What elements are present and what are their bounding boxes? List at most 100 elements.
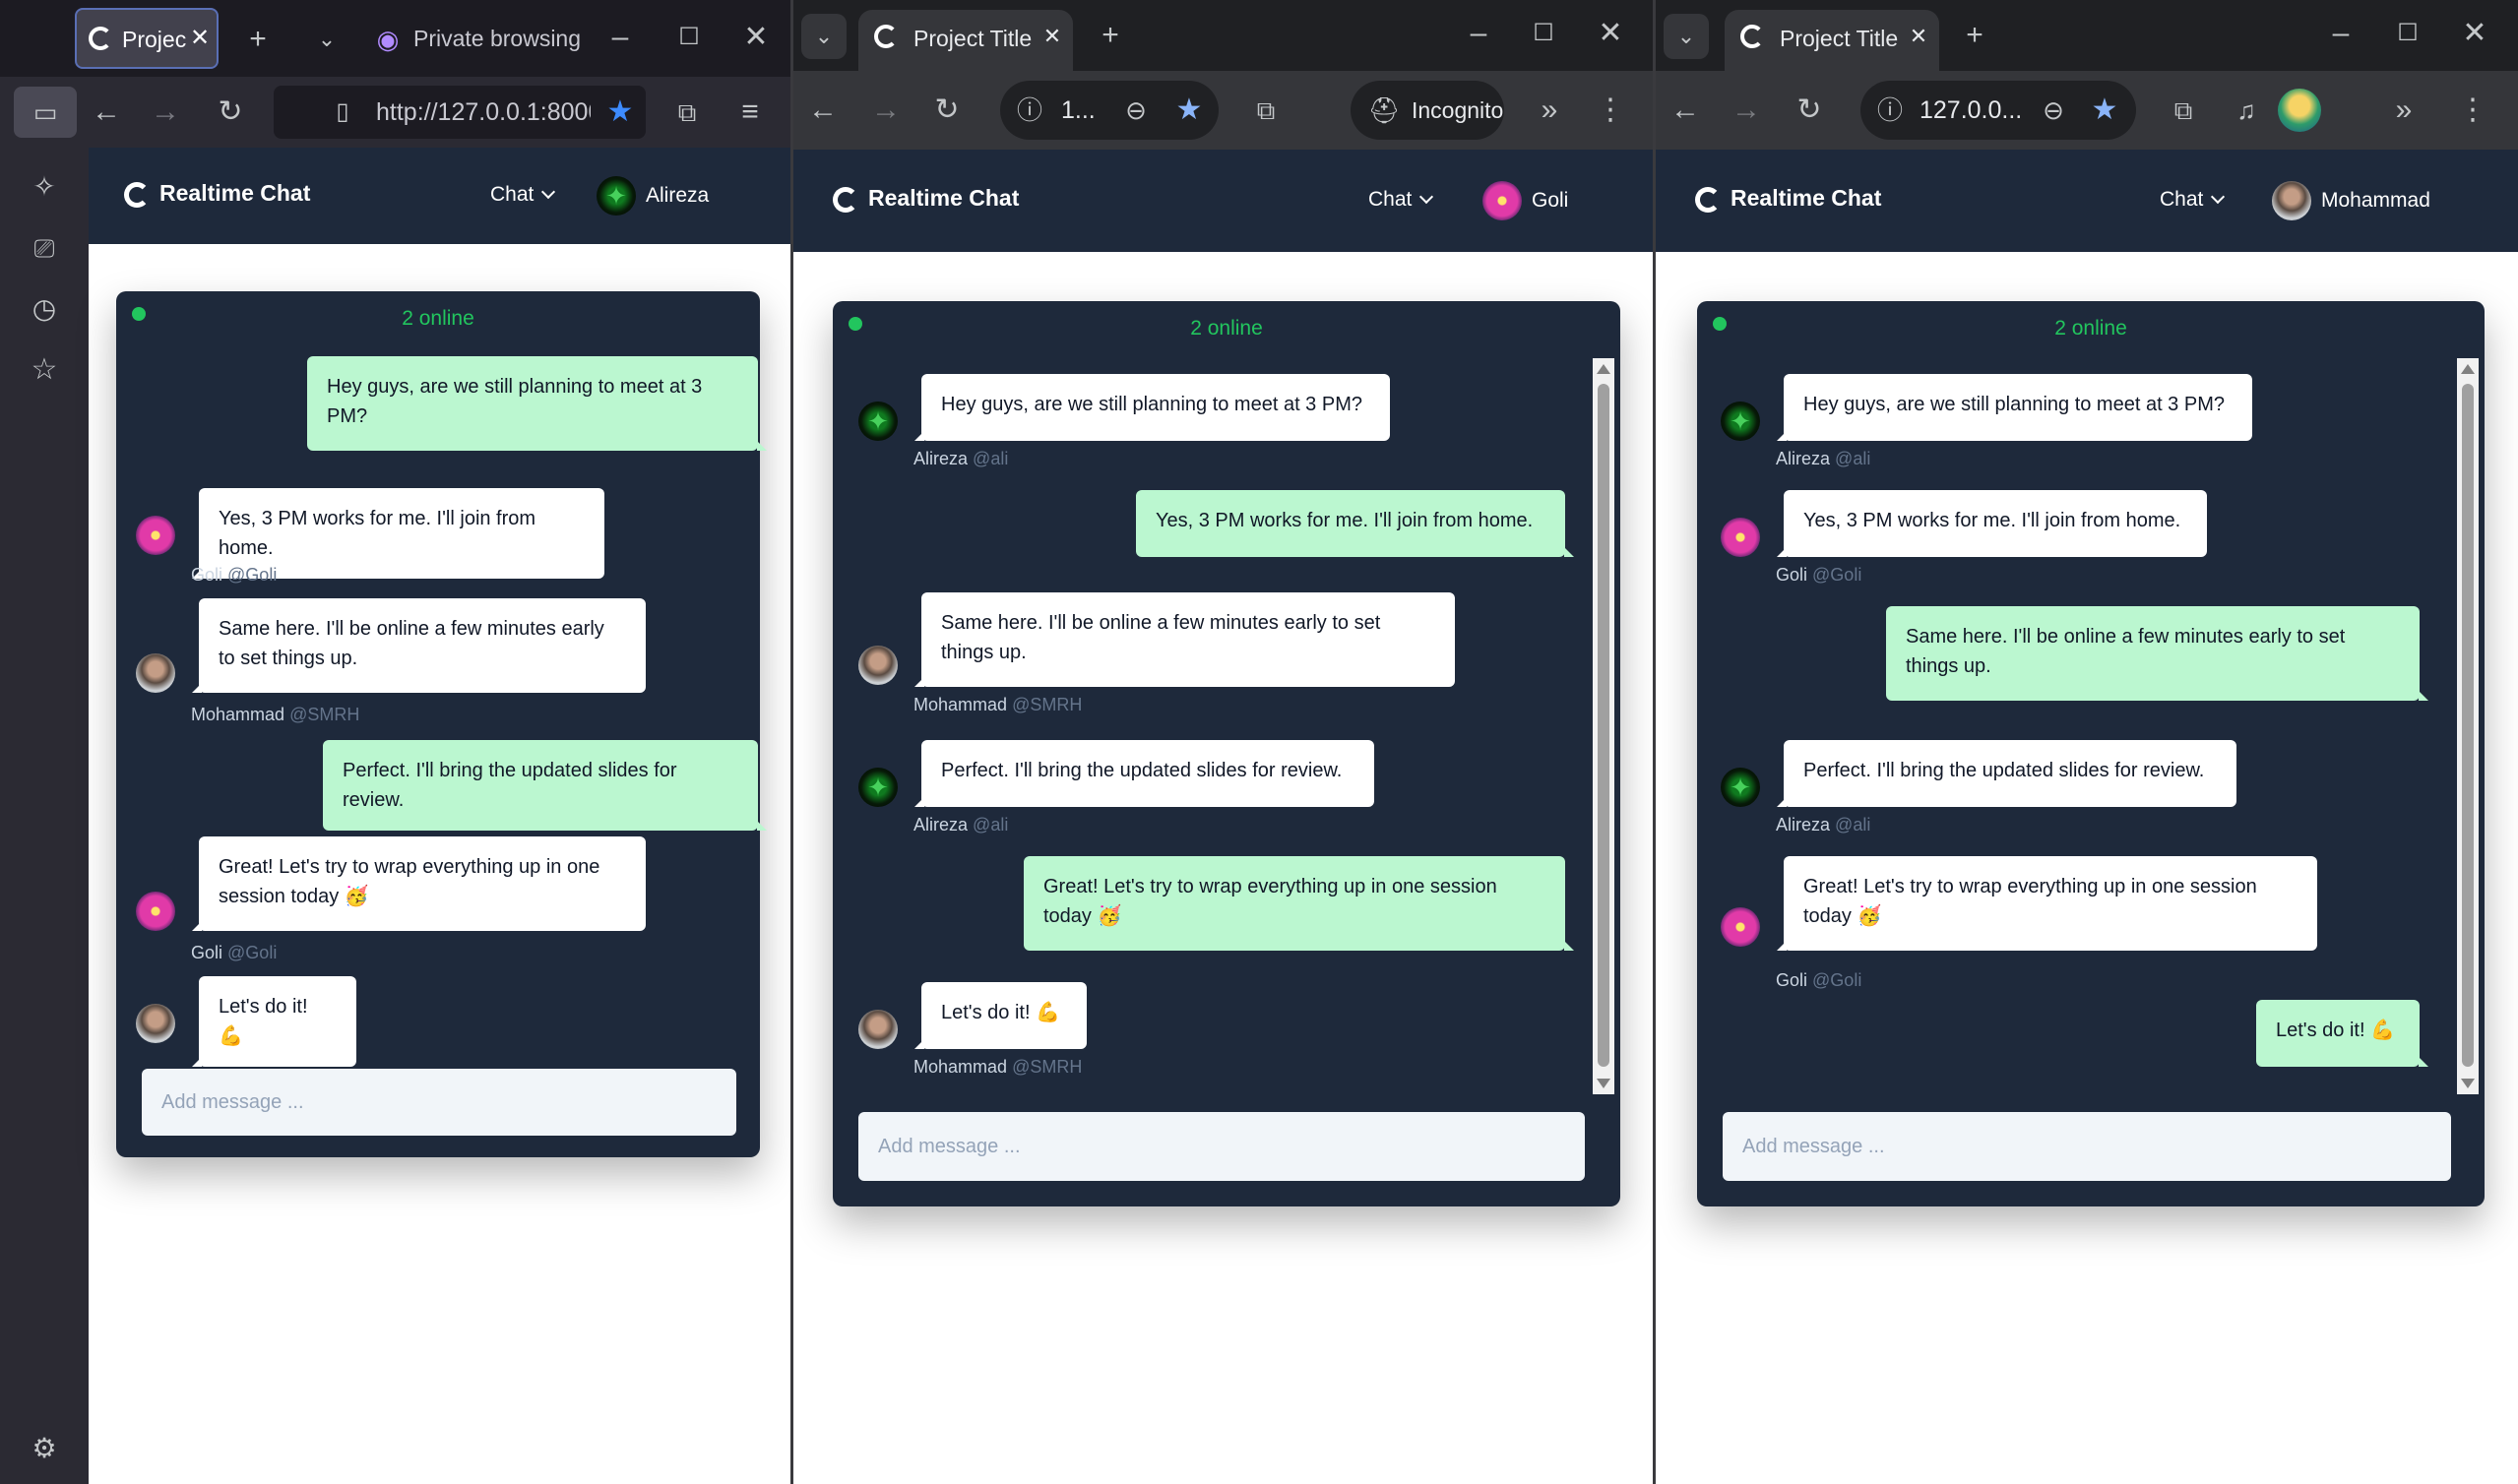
tab-title: Project Title	[1780, 26, 1899, 51]
url-bar[interactable]: ▯ http://127.0.0.1:8000 ★	[274, 86, 646, 139]
settings-gear-icon[interactable]: ⚙	[25, 1429, 64, 1468]
back-icon[interactable]: ←	[87, 93, 126, 132]
media-controls-icon[interactable]: ♫	[2227, 91, 2266, 130]
sender-label: Goli @Goli	[191, 565, 277, 586]
sender-label: Alireza @ali	[913, 815, 1008, 835]
messages-scrollbar[interactable]	[2457, 358, 2479, 1094]
scroll-down-arrow-icon[interactable]	[2461, 1079, 2475, 1088]
sender-avatar	[858, 402, 898, 441]
history-icon[interactable]: ◷	[25, 289, 64, 329]
maximize-icon[interactable]: ☐	[2388, 14, 2427, 53]
incognito-label: Incognito	[1412, 97, 1504, 123]
tab-search-chevron-down-icon[interactable]: ⌄	[1664, 14, 1709, 59]
brand-logo-icon	[1695, 186, 1721, 213]
sender-avatar	[1721, 907, 1760, 947]
minimize-icon[interactable]: –	[600, 18, 640, 57]
url-text: 1...	[1061, 96, 1096, 124]
more-extensions-chevron-icon[interactable]: »	[1530, 91, 1569, 130]
site-info-icon[interactable]: ⓘ	[1010, 91, 1049, 130]
scroll-down-arrow-icon[interactable]	[1597, 1079, 1610, 1088]
reload-icon[interactable]: ↻	[211, 93, 250, 132]
omnibox[interactable]: ⓘ 127.0.0... ⊖ ★	[1860, 81, 2136, 140]
list-tabs-chevron-down-icon[interactable]: ⌄	[307, 20, 346, 59]
sender-name: Goli	[191, 943, 223, 962]
chrome-window: ⌄ Project Title ✕ + – ☐ ✕ ← → ↻ ⓘ 127.0.…	[1656, 0, 2518, 1484]
ai-chatbot-icon[interactable]: ✧	[25, 167, 64, 207]
page-content: Realtime Chat Chat Alireza 2 online Hey guys…	[89, 148, 790, 1484]
sender-handle: @ali	[973, 815, 1009, 835]
scroll-up-arrow-icon[interactable]	[2461, 364, 2475, 374]
minimize-icon[interactable]: –	[2321, 14, 2361, 53]
brand-link[interactable]: Realtime Chat	[833, 185, 1019, 213]
close-window-icon[interactable]: ✕	[2455, 14, 2494, 53]
online-count: 2 online	[2054, 317, 2127, 340]
scrollbar-thumb[interactable]	[2462, 384, 2474, 1067]
zoom-icon[interactable]: ⊖	[1116, 91, 1156, 130]
close-tab-icon[interactable]: ✕	[185, 24, 215, 53]
sender-handle: @ali	[1835, 449, 1871, 468]
message-input[interactable]: Add message ...	[858, 1112, 1585, 1181]
maximize-icon[interactable]: ☐	[669, 18, 709, 57]
bookmark-star-icon[interactable]: ★	[600, 93, 640, 132]
new-tab-icon[interactable]: +	[238, 20, 278, 59]
sidebar-toggle-icon[interactable]: ▭	[14, 87, 77, 138]
message-input[interactable]: Add message ...	[1723, 1112, 2451, 1181]
sender-avatar	[1721, 768, 1760, 807]
bookmarks-star-icon[interactable]: ☆	[25, 350, 64, 390]
omnibox[interactable]: ⓘ 1... ⊖ ★	[1000, 81, 1219, 140]
reload-icon[interactable]: ↻	[1790, 91, 1829, 130]
close-window-icon[interactable]: ✕	[736, 18, 776, 57]
incoming-message: Hey guys, are we still planning to meet …	[1777, 374, 2252, 441]
incognito-icon: ⛑	[1367, 95, 1401, 125]
tab-project-title[interactable]: Project Title ✕	[1725, 10, 1939, 71]
forward-icon[interactable]: →	[1727, 91, 1766, 130]
extensions-icon[interactable]: ⧉	[667, 93, 707, 132]
scrollbar-thumb[interactable]	[1598, 384, 1609, 1067]
bookmark-star-icon[interactable]: ★	[2085, 91, 2124, 130]
zoom-icon[interactable]: ⊖	[2034, 91, 2073, 130]
sender-name: Alireza	[1776, 449, 1831, 468]
brand-link[interactable]: Realtime Chat	[124, 180, 310, 208]
minimize-icon[interactable]: –	[1459, 14, 1498, 53]
new-tab-icon[interactable]: +	[1091, 16, 1130, 55]
extensions-icon[interactable]: ⧉	[1246, 91, 1286, 130]
extensions-icon[interactable]: ⧉	[2164, 91, 2203, 130]
outgoing-message: Let's do it! 💪	[2256, 1000, 2428, 1067]
menu-icon[interactable]: ≡	[730, 93, 770, 132]
kebab-menu-icon[interactable]: ⋮	[1591, 91, 1630, 130]
user-avatar	[2272, 181, 2311, 220]
site-info-icon[interactable]: ⓘ	[1870, 91, 1910, 130]
user-name: Goli	[1532, 189, 1569, 212]
close-window-icon[interactable]: ✕	[1591, 14, 1630, 53]
forward-icon[interactable]: →	[866, 91, 906, 130]
chat-menu[interactable]: Chat	[1368, 188, 1434, 212]
tab-search-chevron-down-icon[interactable]: ⌄	[801, 14, 847, 59]
kebab-menu-icon[interactable]: ⋮	[2453, 91, 2492, 130]
message-input[interactable]: Add message ...	[142, 1069, 736, 1136]
new-tab-icon[interactable]: +	[1955, 16, 1994, 55]
chat-menu[interactable]: Chat	[490, 183, 556, 207]
chat-menu[interactable]: Chat	[2160, 188, 2226, 212]
close-tab-icon[interactable]: ✕	[1904, 22, 1933, 51]
incoming-message: Let's do it! 💪	[192, 976, 356, 1067]
back-icon[interactable]: ←	[1666, 91, 1705, 130]
close-tab-icon[interactable]: ✕	[1038, 22, 1067, 51]
messages-scrollbar[interactable]	[1593, 358, 1614, 1094]
firefox-window: Projec ✕ + ⌄ ◉ Private browsing – ☐ ✕ ▭ …	[0, 0, 790, 1484]
tab-project[interactable]: Projec ✕	[75, 8, 219, 69]
sender-name: Alireza	[913, 449, 969, 468]
more-extensions-chevron-icon[interactable]: »	[2384, 91, 2424, 130]
synced-tabs-icon[interactable]: ⎚	[25, 228, 64, 268]
brand-link[interactable]: Realtime Chat	[1695, 185, 1881, 213]
bookmark-star-icon[interactable]: ★	[1169, 91, 1209, 130]
scroll-up-arrow-icon[interactable]	[1597, 364, 1610, 374]
maximize-icon[interactable]: ☐	[1524, 14, 1563, 53]
forward-icon[interactable]: →	[146, 93, 185, 132]
tab-favicon-icon	[874, 25, 898, 48]
reload-icon[interactable]: ↻	[927, 91, 967, 130]
tab-project-title[interactable]: Project Title ✕	[858, 10, 1073, 71]
back-icon[interactable]: ←	[803, 91, 843, 130]
profile-avatar-icon[interactable]	[2278, 89, 2321, 132]
sender-handle: @ali	[973, 449, 1009, 468]
incognito-badge[interactable]: ⛑ Incognito	[1351, 81, 1504, 140]
